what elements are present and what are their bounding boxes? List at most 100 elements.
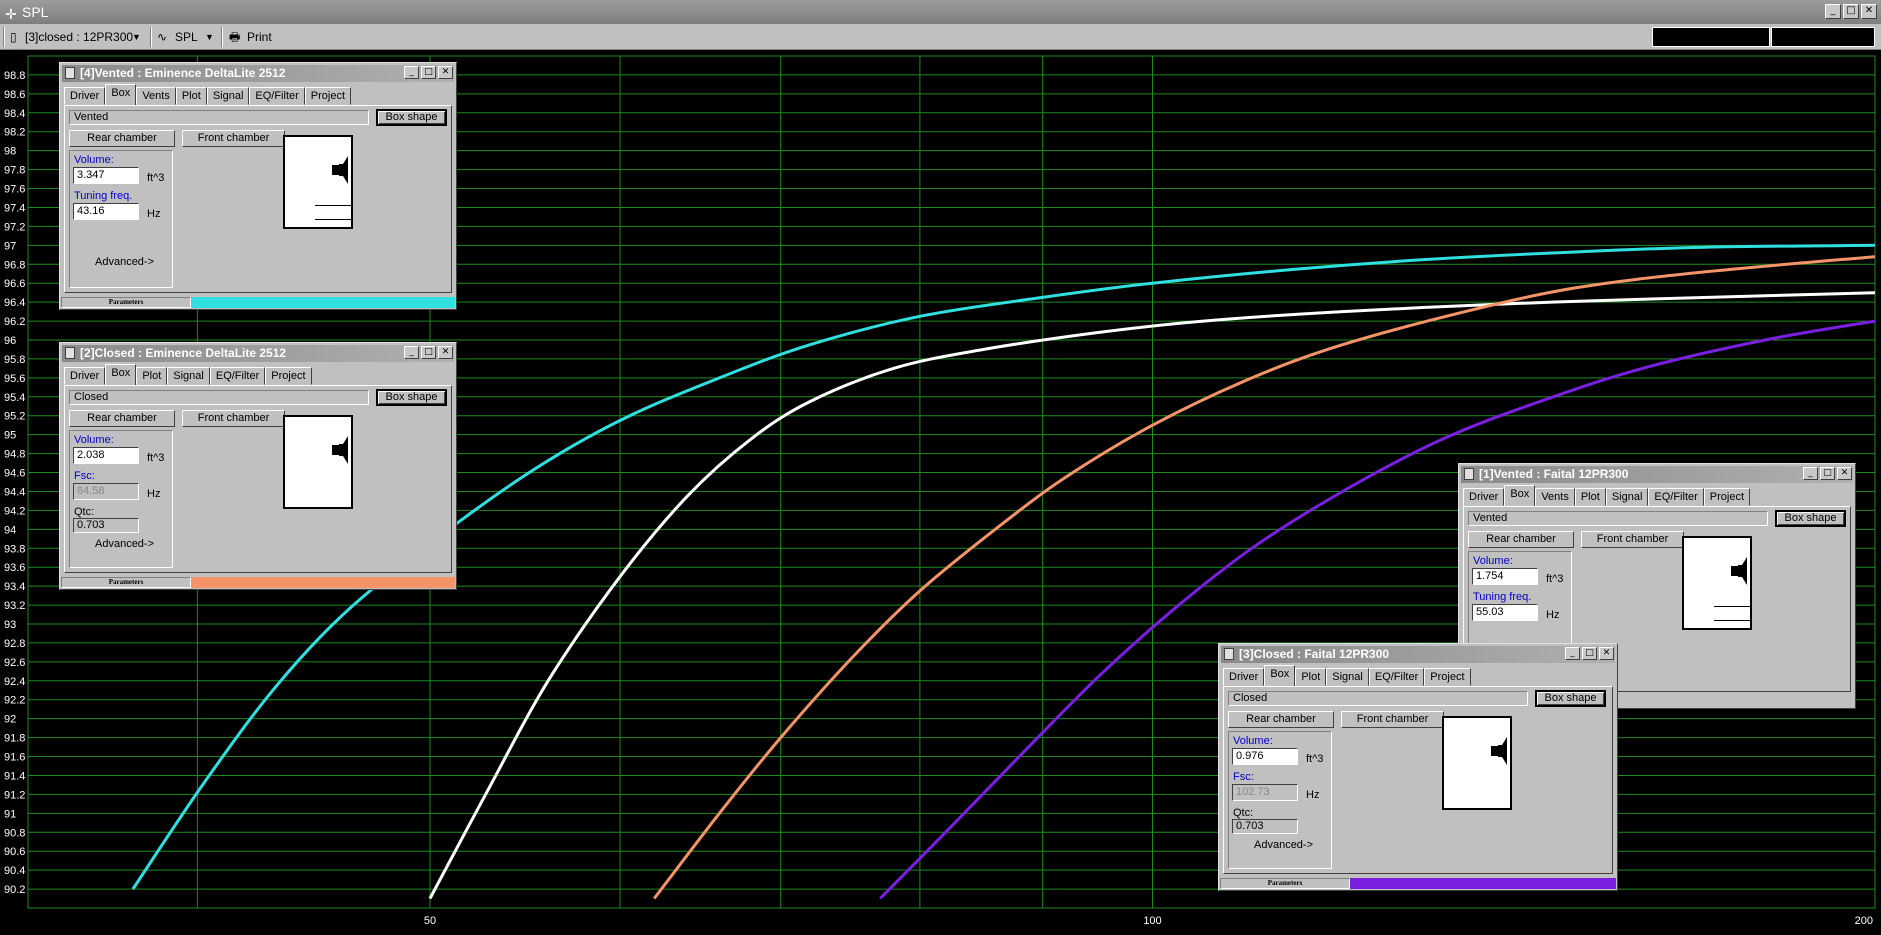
minimize-button[interactable]: _ <box>404 66 419 79</box>
tab-box[interactable]: Box <box>105 84 137 105</box>
x-tick-label: 200 <box>1855 915 1873 927</box>
chevron-down-icon[interactable]: ▼ <box>205 28 214 46</box>
dialog-controls: _ □ ✕ <box>1565 647 1614 660</box>
close-button[interactable]: ✕ <box>438 346 453 359</box>
box-shape-button[interactable]: Box shape <box>376 389 447 406</box>
maximize-button[interactable]: □ <box>421 66 436 79</box>
tuning-freq-input[interactable]: 43.16 <box>73 203 139 220</box>
tab-driver[interactable]: Driver <box>1223 668 1265 686</box>
y-tick-label: 95 <box>4 430 16 442</box>
tab-vents[interactable]: Vents <box>136 87 176 105</box>
y-tick-label: 92.2 <box>4 695 25 707</box>
tab-driver[interactable]: Driver <box>64 367 106 385</box>
y-tick-label: 90.6 <box>4 846 25 858</box>
dialog-titlebar[interactable]: [4]Vented : Eminence DeltaLite 2512 <box>62 65 454 82</box>
volume-unit: ft^3 <box>1306 753 1324 765</box>
qtc-label: Qtc: <box>1233 807 1254 819</box>
maximize-button[interactable]: □ <box>1843 4 1859 19</box>
project-select[interactable]: [3]closed : 12PR300 <box>25 28 133 46</box>
chevron-down-icon[interactable]: ▼ <box>132 28 141 46</box>
volume-input[interactable]: 1.754 <box>1472 568 1538 585</box>
trace-color-bar <box>1350 878 1616 889</box>
tab-driver[interactable]: Driver <box>64 87 106 105</box>
tuning-freq-input[interactable]: 55.03 <box>1472 604 1538 621</box>
close-button[interactable]: ✕ <box>1599 647 1614 660</box>
toolbar: ▯ [3]closed : 12PR300 ▼ ∿ SPL ▼ 🖶 Print <box>0 24 1881 50</box>
tab-project[interactable]: Project <box>1703 488 1751 506</box>
y-tick-label: 95.4 <box>4 392 25 404</box>
maximize-button[interactable]: □ <box>421 346 436 359</box>
print-button[interactable]: Print <box>247 28 272 46</box>
volume-input[interactable]: 2.038 <box>73 447 139 464</box>
front-chamber-button[interactable]: Front chamber <box>182 130 285 147</box>
param2-label: Tuning freq. <box>74 190 133 202</box>
box-diagram <box>283 415 353 509</box>
y-tick-label: 98.8 <box>4 70 25 82</box>
box-shape-button[interactable]: Box shape <box>1535 690 1606 707</box>
advanced-button[interactable]: Advanced-> <box>95 256 154 268</box>
maximize-button[interactable]: □ <box>1582 647 1597 660</box>
minimize-button[interactable]: _ <box>404 346 419 359</box>
volume-input[interactable]: 3.347 <box>73 167 139 184</box>
box-shape-button[interactable]: Box shape <box>1775 510 1846 527</box>
minimize-button[interactable]: _ <box>1803 467 1818 480</box>
speaker-icon <box>1731 557 1747 585</box>
close-button[interactable]: ✕ <box>1837 467 1852 480</box>
tab-project[interactable]: Project <box>304 87 352 105</box>
window-titlebar[interactable]: ✛ SPL _ □ ✕ <box>0 0 1881 24</box>
dialog-titlebar[interactable]: [2]Closed : Eminence DeltaLite 2512 <box>62 345 454 362</box>
dialog-title: [2]Closed : Eminence DeltaLite 2512 <box>80 346 287 360</box>
dialog-titlebar[interactable]: [3]Closed : Faital 12PR300 <box>1221 646 1615 663</box>
y-tick-label: 96.6 <box>4 278 25 290</box>
graph-select[interactable]: SPL <box>175 28 198 46</box>
maximize-button[interactable]: □ <box>1820 467 1835 480</box>
close-button[interactable]: ✕ <box>438 66 453 79</box>
tab-signal[interactable]: Signal <box>206 87 250 105</box>
advanced-button[interactable]: Advanced-> <box>95 538 154 550</box>
tab-box[interactable]: Box <box>1504 485 1536 506</box>
tab-box[interactable]: Box <box>105 364 137 385</box>
y-tick-label: 91.4 <box>4 770 25 782</box>
printer-icon: 🖶 <box>229 30 241 44</box>
y-tick-label: 94.4 <box>4 486 25 498</box>
minimize-button[interactable]: _ <box>1565 647 1580 660</box>
dialog-title: [3]Closed : Faital 12PR300 <box>1239 647 1390 661</box>
y-tick-label: 98.6 <box>4 89 25 101</box>
rear-chamber-button[interactable]: Rear chamber <box>69 130 175 147</box>
rear-chamber-button[interactable]: Rear chamber <box>1228 711 1334 728</box>
tab-box[interactable]: Box <box>1264 665 1296 686</box>
tab-signal[interactable]: Signal <box>1605 488 1649 506</box>
x-tick-label: 50 <box>424 915 436 927</box>
dialog-titlebar[interactable]: [1]Vented : Faital 12PR300 <box>1461 466 1853 483</box>
close-button[interactable]: ✕ <box>1861 4 1877 19</box>
tab-plot[interactable]: Plot <box>136 367 168 385</box>
tab-eqfilter[interactable]: EQ/Filter <box>209 367 266 385</box>
front-chamber-button[interactable]: Front chamber <box>182 410 285 427</box>
volume-input[interactable]: 0.976 <box>1232 748 1298 765</box>
front-chamber-button[interactable]: Front chamber <box>1581 531 1684 548</box>
y-tick-label: 98 <box>4 146 16 158</box>
qtc-field: 0.703 <box>1232 819 1298 834</box>
front-chamber-button[interactable]: Front chamber <box>1341 711 1444 728</box>
tab-eqfilter[interactable]: EQ/Filter <box>1648 488 1704 506</box>
minimize-button[interactable]: _ <box>1825 4 1841 19</box>
tab-signal[interactable]: Signal <box>1326 668 1369 686</box>
box-diagram <box>1682 536 1752 630</box>
tab-signal[interactable]: Signal <box>167 367 210 385</box>
tab-plot[interactable]: Plot <box>175 87 207 105</box>
tab-eqfilter[interactable]: EQ/Filter <box>249 87 305 105</box>
tab-vents[interactable]: Vents <box>1535 488 1575 506</box>
tab-plot[interactable]: Plot <box>1574 488 1606 506</box>
tab-eqfilter[interactable]: EQ/Filter <box>1368 668 1425 686</box>
tab-project[interactable]: Project <box>1424 668 1471 686</box>
volume-label: Volume: <box>1233 735 1273 747</box>
dialog-controls: _ □ ✕ <box>404 66 453 79</box>
rear-chamber-button[interactable]: Rear chamber <box>69 410 175 427</box>
tab-project[interactable]: Project <box>265 367 312 385</box>
advanced-button[interactable]: Advanced-> <box>1254 839 1313 851</box>
y-tick-label: 93.8 <box>4 543 25 555</box>
rear-chamber-button[interactable]: Rear chamber <box>1468 531 1574 548</box>
tab-plot[interactable]: Plot <box>1295 668 1327 686</box>
tab-driver[interactable]: Driver <box>1463 488 1505 506</box>
box-shape-button[interactable]: Box shape <box>376 109 447 126</box>
